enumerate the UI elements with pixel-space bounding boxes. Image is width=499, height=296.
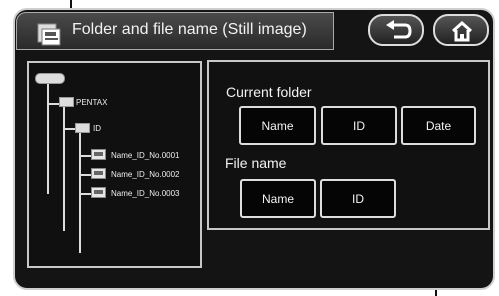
file-icon-3[interactable] (91, 187, 106, 198)
back-arrow-icon (386, 20, 412, 39)
current-folder-date-button[interactable]: Date (401, 106, 476, 145)
file-icon-1[interactable] (91, 149, 106, 160)
tree-line-file-1 (79, 155, 91, 157)
tree-line-id (63, 128, 75, 130)
file-name-name-button[interactable]: Name (240, 179, 316, 218)
tree-file-1[interactable]: Name_ID_No.0001 (111, 151, 179, 160)
tree-line-root (47, 84, 49, 194)
id-folder-icon[interactable] (75, 123, 90, 133)
folder-tree-panel (27, 61, 202, 268)
tree-file-3[interactable]: Name_ID_No.0003 (111, 189, 179, 198)
tree-line-file-3 (79, 193, 91, 195)
tree-line-file-2 (79, 174, 91, 176)
tree-item-id[interactable]: ID (93, 124, 101, 133)
file-name-id-button[interactable]: ID (320, 179, 396, 218)
file-icon-2[interactable] (91, 168, 106, 179)
current-folder-id-button[interactable]: ID (321, 106, 397, 145)
pentax-folder-icon[interactable] (59, 97, 74, 107)
file-name-label: File name (225, 155, 287, 171)
current-folder-label: Current folder (226, 84, 312, 100)
current-folder-name-button[interactable]: Name (239, 106, 316, 145)
page-title: Folder and file name (Still image) (72, 21, 307, 38)
home-icon (452, 20, 472, 42)
tree-file-2[interactable]: Name_ID_No.0002 (111, 170, 179, 179)
home-button[interactable] (433, 14, 489, 46)
root-drive-icon (35, 73, 65, 84)
tree-line-pentax (47, 103, 59, 105)
folder-file-icon (37, 23, 61, 46)
tree-item-pentax[interactable]: PENTAX (76, 98, 107, 107)
back-button[interactable] (368, 14, 424, 46)
tree-line-id-vertical (63, 107, 65, 231)
